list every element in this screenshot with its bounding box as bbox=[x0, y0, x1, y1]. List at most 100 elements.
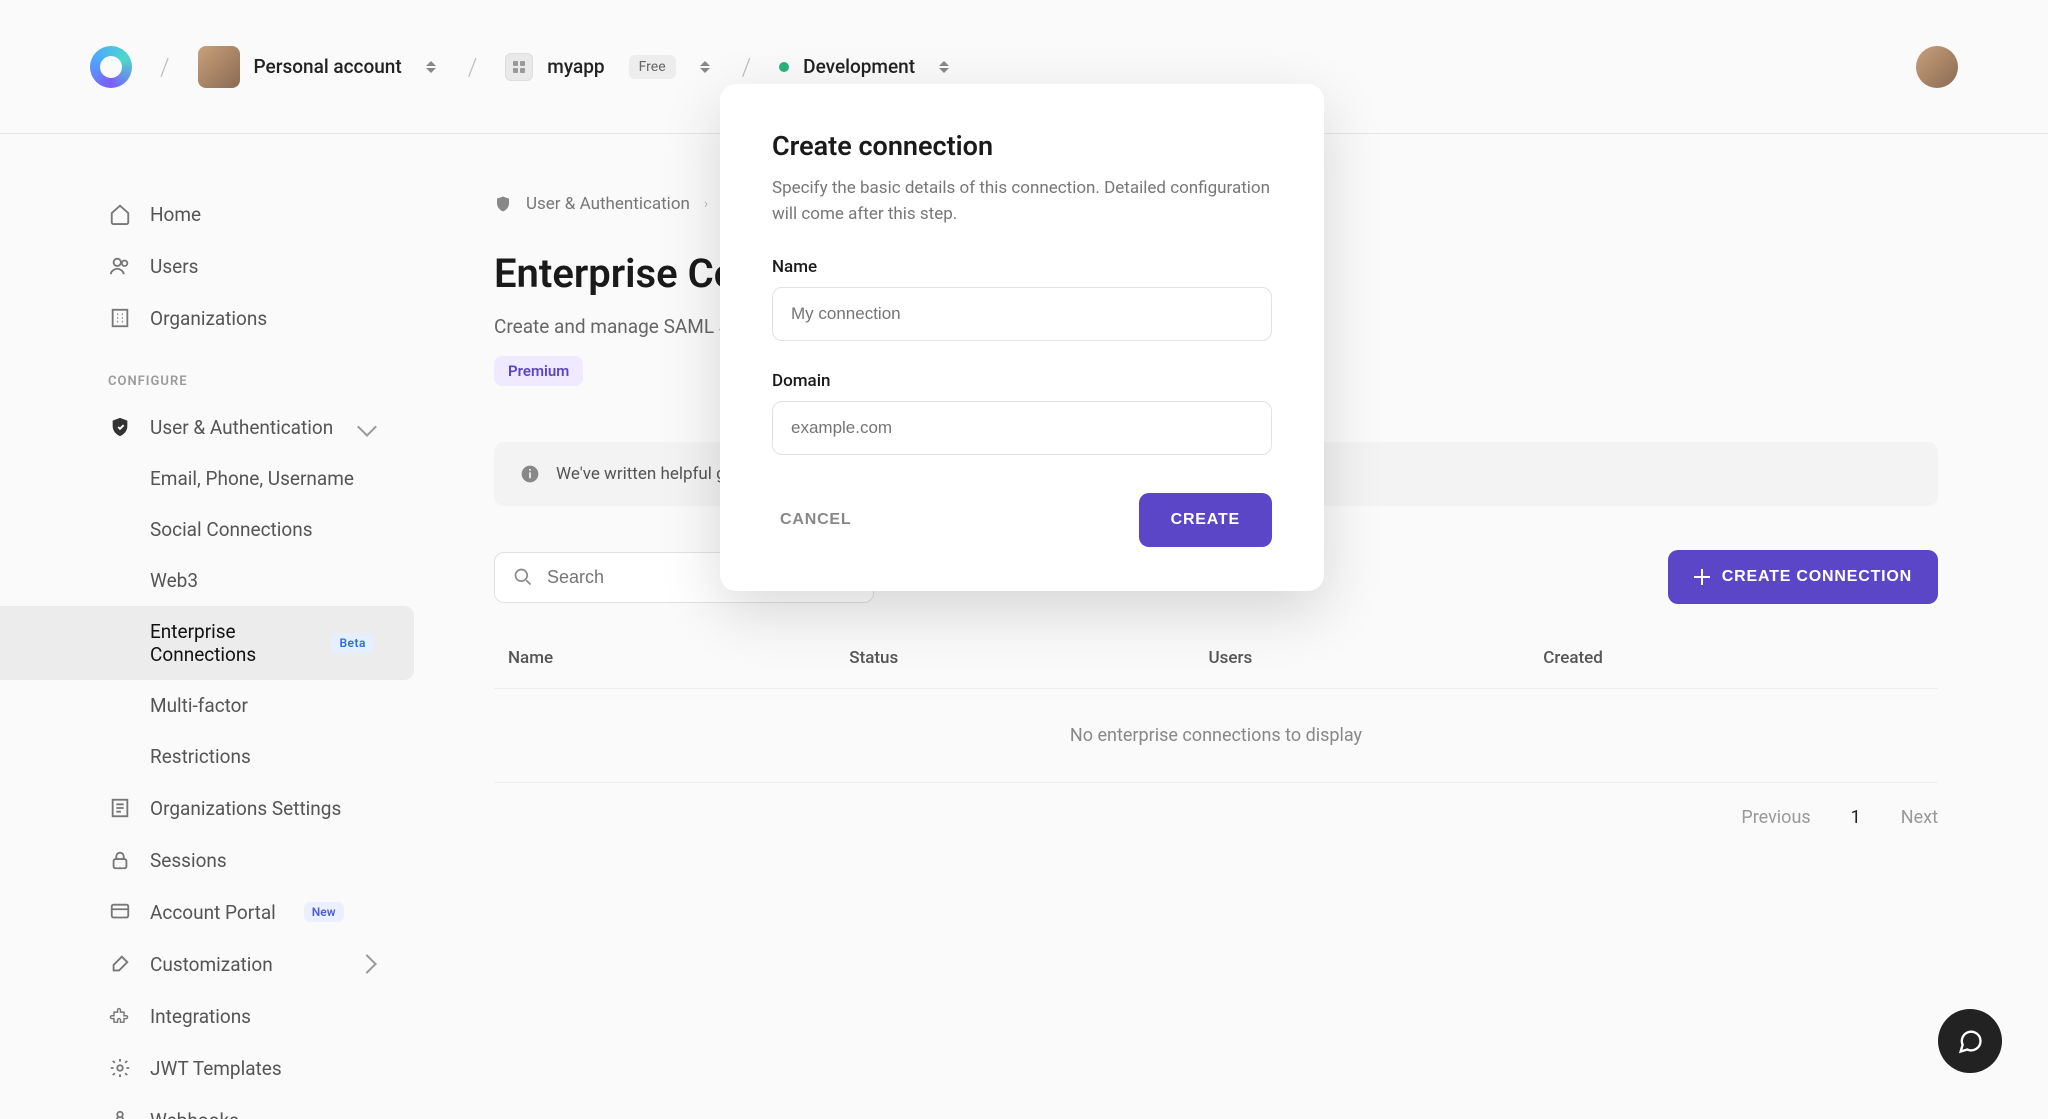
sidebar-item-label: Webhooks bbox=[150, 1109, 239, 1119]
app-switcher[interactable]: myapp Free bbox=[505, 53, 713, 81]
premium-badge: Premium bbox=[494, 356, 583, 386]
account-avatar bbox=[198, 46, 240, 88]
env-switcher[interactable]: Development bbox=[779, 55, 953, 78]
sidebar-item-label: Email, Phone, Username bbox=[150, 467, 354, 490]
sidebar-item-org-settings[interactable]: Organizations Settings bbox=[0, 782, 414, 834]
chevron-right-icon: › bbox=[704, 196, 708, 212]
sidebar-item-label: Social Connections bbox=[150, 518, 313, 541]
sidebar-item-organizations[interactable]: Organizations bbox=[0, 292, 414, 344]
user-avatar bbox=[1916, 46, 1958, 88]
sidebar-item-label: Multi-factor bbox=[150, 694, 248, 717]
webhook-icon bbox=[108, 1108, 132, 1119]
next-button[interactable]: Next bbox=[1901, 807, 1938, 828]
create-connection-button[interactable]: CREATE CONNECTION bbox=[1668, 550, 1938, 604]
shield-icon bbox=[108, 415, 132, 439]
sidebar-item-label: Customization bbox=[150, 953, 273, 976]
name-label: Name bbox=[772, 257, 1272, 277]
home-icon bbox=[108, 202, 132, 226]
sidebar-item-label: JWT Templates bbox=[150, 1057, 282, 1080]
sidebar-item-users[interactable]: Users bbox=[0, 240, 414, 292]
new-badge: New bbox=[304, 902, 344, 922]
sidebar-item-label: Users bbox=[150, 255, 198, 278]
col-name[interactable]: Name bbox=[494, 628, 835, 689]
sidebar-item-label: Web3 bbox=[150, 569, 198, 592]
chat-icon bbox=[1956, 1027, 1984, 1055]
sidebar-item-webhooks[interactable]: Webhooks bbox=[0, 1094, 414, 1119]
domain-label: Domain bbox=[772, 371, 1272, 391]
sidebar-item-label: Organizations bbox=[150, 307, 267, 330]
sidebar-item-label: User & Authentication bbox=[150, 416, 333, 439]
shield-icon bbox=[494, 195, 512, 213]
tier-badge: Free bbox=[629, 55, 676, 79]
sidebar-item-integrations[interactable]: Integrations bbox=[0, 990, 414, 1042]
chevron-updown-icon bbox=[935, 58, 953, 76]
prev-button[interactable]: Previous bbox=[1741, 807, 1810, 828]
env-status-dot bbox=[779, 62, 789, 72]
sidebar-item-label: Enterprise Connections bbox=[150, 620, 303, 666]
gear-icon bbox=[108, 1056, 132, 1080]
sidebar-item-customization[interactable]: Customization bbox=[0, 938, 414, 990]
search-icon bbox=[513, 567, 533, 587]
user-menu[interactable] bbox=[1916, 46, 1958, 88]
building-icon bbox=[108, 306, 132, 330]
account-switcher[interactable]: Personal account bbox=[198, 46, 440, 88]
puzzle-icon bbox=[108, 1004, 132, 1028]
portal-icon bbox=[108, 900, 132, 924]
breadcrumb-parent[interactable]: User & Authentication bbox=[526, 194, 690, 214]
breadcrumb-sep: / bbox=[160, 53, 170, 81]
chat-launcher[interactable] bbox=[1938, 1009, 2002, 1073]
sidebar-item-label: Sessions bbox=[150, 849, 227, 872]
plus-icon bbox=[1694, 569, 1710, 585]
sidebar: Home Users Organizations CONFIGURE User … bbox=[0, 134, 430, 1119]
sidebar-section-configure: CONFIGURE bbox=[0, 344, 430, 401]
chevron-down-icon bbox=[357, 417, 377, 437]
pagination: Previous 1 Next bbox=[494, 807, 1938, 828]
chevron-right-icon bbox=[357, 954, 377, 974]
sidebar-item-mfa[interactable]: Multi-factor bbox=[0, 680, 414, 731]
empty-message: No enterprise connections to display bbox=[494, 689, 1938, 783]
page-number: 1 bbox=[1851, 807, 1861, 828]
breadcrumb-sep: / bbox=[742, 53, 752, 81]
sidebar-item-jwt[interactable]: JWT Templates bbox=[0, 1042, 414, 1094]
name-input[interactable] bbox=[772, 287, 1272, 341]
col-created[interactable]: Created bbox=[1529, 628, 1938, 689]
sidebar-item-account-portal[interactable]: Account Portal New bbox=[0, 886, 414, 938]
users-icon bbox=[108, 254, 132, 278]
chevron-updown-icon bbox=[422, 58, 440, 76]
account-name: Personal account bbox=[254, 55, 402, 78]
col-users[interactable]: Users bbox=[1195, 628, 1530, 689]
info-icon bbox=[520, 464, 540, 484]
sidebar-item-email[interactable]: Email, Phone, Username bbox=[0, 453, 414, 504]
app-icon bbox=[505, 53, 533, 81]
sidebar-item-label: Account Portal bbox=[150, 901, 276, 924]
chevron-updown-icon bbox=[696, 58, 714, 76]
breadcrumb-sep: / bbox=[468, 53, 478, 81]
lock-icon bbox=[108, 848, 132, 872]
create-button[interactable]: CREATE bbox=[1139, 493, 1272, 547]
sidebar-item-web3[interactable]: Web3 bbox=[0, 555, 414, 606]
modal-title: Create connection bbox=[772, 130, 1272, 162]
sidebar-item-label: Integrations bbox=[150, 1005, 251, 1028]
sidebar-item-label: Restrictions bbox=[150, 745, 251, 768]
sidebar-item-label: Organizations Settings bbox=[150, 797, 341, 820]
sidebar-item-user-auth[interactable]: User & Authentication bbox=[0, 401, 414, 453]
connections-table: Name Status Users Created No enterprise … bbox=[494, 628, 1938, 783]
cancel-button[interactable]: CANCEL bbox=[772, 493, 859, 547]
col-status[interactable]: Status bbox=[835, 628, 1194, 689]
modal-description: Specify the basic details of this connec… bbox=[772, 176, 1272, 227]
create-connection-modal: Create connection Specify the basic deta… bbox=[720, 84, 1324, 591]
button-label: CREATE CONNECTION bbox=[1722, 568, 1912, 586]
sidebar-item-restrictions[interactable]: Restrictions bbox=[0, 731, 414, 782]
beta-badge: Beta bbox=[331, 633, 374, 653]
sidebar-item-sessions[interactable]: Sessions bbox=[0, 834, 414, 886]
sliders-icon bbox=[108, 796, 132, 820]
sidebar-item-social[interactable]: Social Connections bbox=[0, 504, 414, 555]
sidebar-item-label: Home bbox=[150, 203, 201, 226]
sidebar-item-enterprise[interactable]: Enterprise Connections Beta bbox=[0, 606, 414, 680]
sidebar-item-home[interactable]: Home bbox=[0, 188, 414, 240]
brush-icon bbox=[108, 952, 132, 976]
domain-input[interactable] bbox=[772, 401, 1272, 455]
env-name: Development bbox=[803, 55, 915, 78]
app-logo[interactable] bbox=[90, 46, 132, 88]
app-name: myapp bbox=[547, 55, 604, 78]
